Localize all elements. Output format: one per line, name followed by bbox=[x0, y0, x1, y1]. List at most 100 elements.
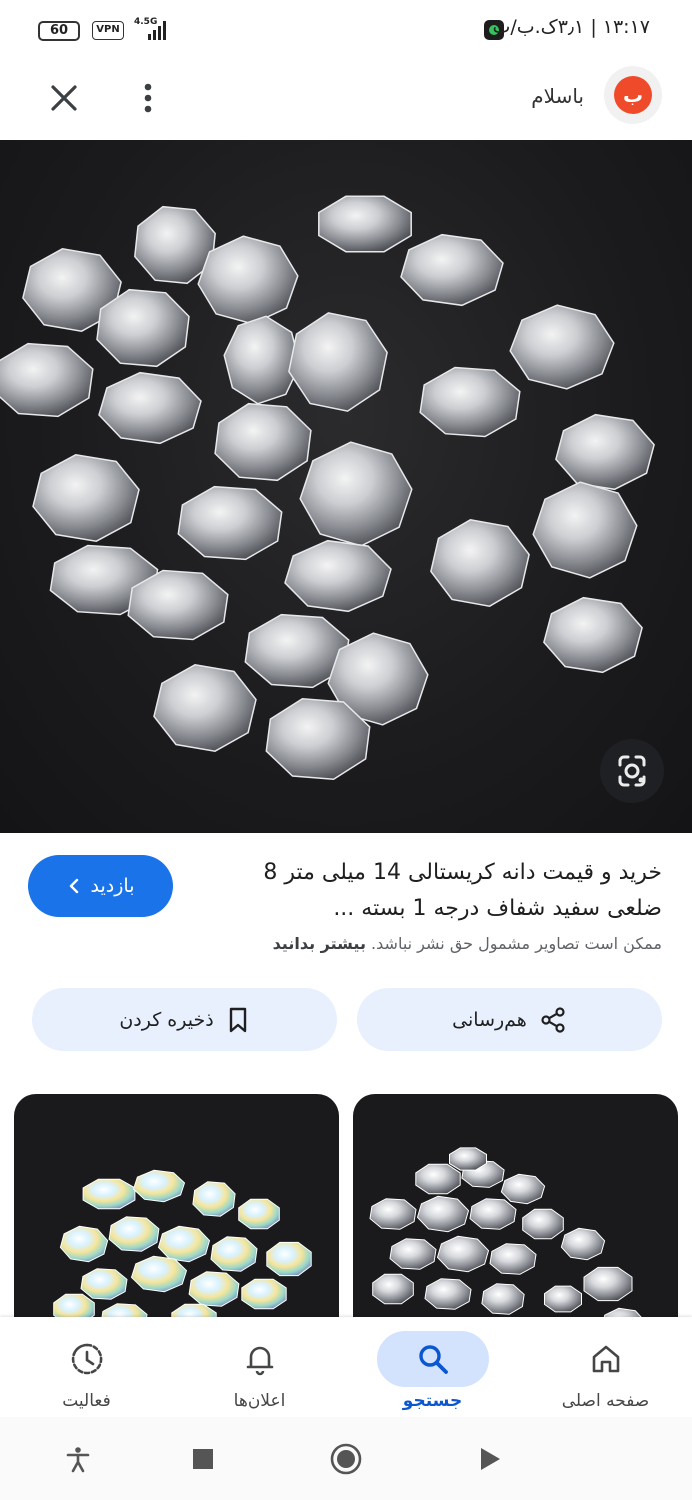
crystal-bead bbox=[436, 1235, 490, 1273]
crystal-bead bbox=[288, 312, 388, 412]
visit-button[interactable]: بازدید bbox=[28, 855, 173, 917]
crystal-bead bbox=[153, 664, 257, 752]
crystal-bead bbox=[555, 413, 655, 491]
clear-crystal-thumbnail bbox=[369, 1147, 646, 1334]
crystal-bead bbox=[489, 1243, 537, 1275]
vpn-indicator: VPN bbox=[92, 21, 124, 40]
accessibility-button[interactable] bbox=[58, 1439, 98, 1479]
bell-icon bbox=[246, 1346, 273, 1376]
crystal-bead bbox=[389, 1238, 437, 1270]
crystal-bead bbox=[177, 485, 283, 561]
crystal-bead bbox=[369, 1198, 417, 1230]
close-icon bbox=[51, 85, 77, 111]
crystal-bead bbox=[532, 481, 638, 579]
crystal-bead bbox=[500, 1173, 546, 1205]
crystal-bead bbox=[98, 371, 202, 445]
share-button[interactable]: هم‌رسانی bbox=[357, 988, 662, 1051]
nav-activity[interactable]: فعالیت bbox=[0, 1317, 173, 1417]
crystal-bead bbox=[419, 366, 521, 438]
crystal-bead bbox=[266, 1241, 312, 1277]
crystal-bead bbox=[130, 1255, 188, 1293]
share-label: هم‌رسانی bbox=[452, 1008, 527, 1031]
crystal-bead bbox=[424, 1278, 472, 1310]
site-logo[interactable]: ب bbox=[604, 66, 662, 124]
back-button[interactable] bbox=[470, 1439, 510, 1479]
crystal-beads-image bbox=[0, 195, 655, 780]
crystal-bead bbox=[241, 1278, 287, 1310]
status-time: ۱۳:۱۷ | ۳٫۱ک.ب/ث bbox=[492, 16, 650, 38]
crystal-bead bbox=[509, 304, 615, 390]
logo-letter: ب bbox=[614, 76, 652, 114]
activity-icon bbox=[71, 1343, 102, 1375]
nav-activity-label: فعالیت bbox=[62, 1391, 111, 1411]
google-lens-icon bbox=[618, 755, 646, 787]
nav-search[interactable]: جستجو bbox=[346, 1317, 519, 1417]
related-image-2[interactable] bbox=[353, 1094, 678, 1334]
search-icon bbox=[418, 1345, 448, 1374]
result-image[interactable] bbox=[0, 140, 692, 833]
site-name[interactable]: باسلام bbox=[531, 84, 584, 108]
visit-label: بازدید bbox=[90, 875, 135, 897]
learn-more-link[interactable]: بیشتر بدانید bbox=[273, 934, 366, 953]
crystal-bead bbox=[188, 1271, 240, 1307]
crystal-bead bbox=[415, 1163, 461, 1195]
copyright-text: ممکن است تصاویر مشمول حق نشر نباشد. bbox=[371, 934, 662, 953]
bookmark-icon bbox=[229, 1007, 246, 1032]
recents-icon bbox=[193, 1449, 213, 1469]
nav-home[interactable]: صفحه اصلی bbox=[519, 1317, 692, 1417]
crystal-bead bbox=[583, 1266, 633, 1302]
crystal-bead bbox=[400, 233, 504, 307]
save-button[interactable]: ذخیره کردن bbox=[32, 988, 337, 1051]
crystal-bead bbox=[544, 1285, 582, 1313]
home-icon bbox=[592, 1345, 619, 1373]
crystal-bead bbox=[372, 1273, 414, 1305]
crystal-bead bbox=[238, 1198, 280, 1230]
crystal-bead bbox=[560, 1227, 606, 1261]
crystal-bead bbox=[32, 454, 140, 542]
crystal-bead bbox=[59, 1225, 109, 1263]
nav-search-label: جستجو bbox=[402, 1391, 463, 1411]
crystal-bead bbox=[416, 1195, 470, 1233]
bottom-navigation: صفحه اصلی جستجو اعلان‌ها فعالیت bbox=[0, 1317, 692, 1417]
share-icon bbox=[541, 1006, 565, 1033]
iridescent-crystal-thumbnail bbox=[53, 1169, 312, 1334]
crystal-bead bbox=[284, 539, 392, 613]
accessibility-icon bbox=[66, 1447, 90, 1473]
crystal-bead bbox=[80, 1268, 128, 1300]
crystal-bead bbox=[214, 402, 312, 482]
lens-button[interactable] bbox=[600, 739, 664, 803]
nav-notifications-icon-wrap bbox=[204, 1331, 316, 1387]
chevron-left-icon bbox=[69, 878, 78, 894]
recents-button[interactable] bbox=[183, 1439, 223, 1479]
crystal-bead bbox=[0, 342, 94, 418]
result-title[interactable]: خرید و قیمت دانه کریستالی 14 میلی متر 8 … bbox=[212, 855, 662, 927]
app-header: باسلام ب bbox=[0, 60, 692, 140]
nav-home-label: صفحه اصلی bbox=[561, 1391, 650, 1411]
crystal-bead bbox=[210, 1236, 258, 1272]
save-label: ذخیره کردن bbox=[119, 1008, 214, 1031]
nav-notifications[interactable]: اعلان‌ها bbox=[173, 1317, 346, 1417]
crystal-bead bbox=[82, 1178, 136, 1210]
home-circle-icon bbox=[330, 1443, 362, 1475]
signal-icon bbox=[148, 20, 166, 40]
system-navigation-bar bbox=[0, 1417, 692, 1500]
crystal-bead bbox=[318, 195, 412, 253]
more-vert-icon bbox=[144, 83, 152, 113]
home-system-button[interactable] bbox=[326, 1439, 366, 1479]
crystal-bead bbox=[192, 1181, 236, 1217]
close-button[interactable] bbox=[44, 78, 84, 118]
crystal-bead bbox=[299, 441, 413, 547]
crystal-bead bbox=[430, 519, 530, 607]
copyright-notice: ممکن است تصاویر مشمول حق نشر نباشد. بیشت… bbox=[22, 934, 662, 953]
nav-activity-icon-wrap bbox=[31, 1331, 143, 1387]
crystal-bead bbox=[108, 1216, 160, 1252]
more-options-button[interactable] bbox=[132, 78, 164, 118]
crystal-bead bbox=[157, 1225, 211, 1263]
crystal-bead bbox=[469, 1198, 517, 1230]
nav-home-icon-wrap bbox=[550, 1331, 662, 1387]
nav-search-icon-wrap bbox=[376, 1331, 489, 1387]
crystal-bead bbox=[481, 1283, 525, 1315]
crystal-bead bbox=[543, 596, 643, 674]
related-image-1[interactable] bbox=[14, 1094, 339, 1334]
battery-indicator: 60 bbox=[38, 21, 80, 41]
